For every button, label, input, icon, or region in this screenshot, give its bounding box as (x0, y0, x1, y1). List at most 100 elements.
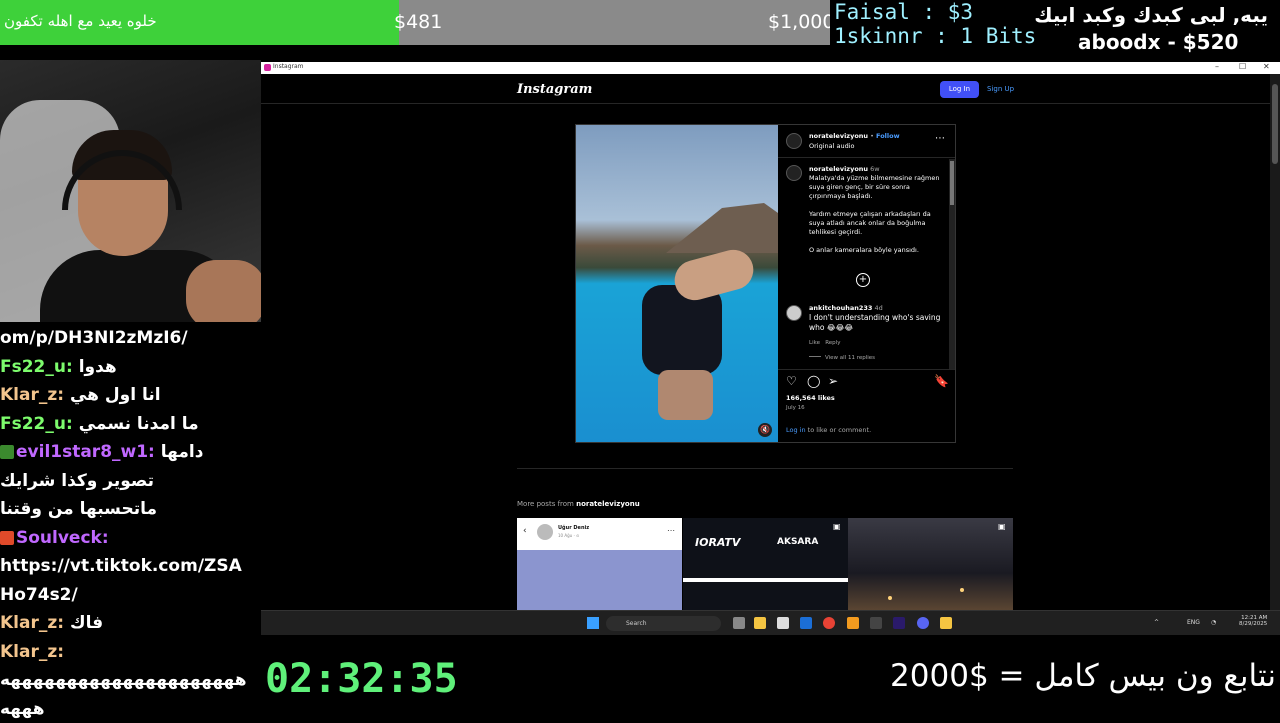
chat-username: Klar_z: (0, 642, 64, 662)
chat-username: evil1star8_w1: (16, 442, 155, 462)
caption-scrollbar-thumb[interactable] (950, 161, 954, 205)
thumb-place: AKSARA (777, 537, 818, 547)
caption-username[interactable]: noratelevizyonu (809, 165, 868, 173)
chrome-icon[interactable] (823, 617, 835, 629)
chat-line: هههههههههههههههههههههه (0, 666, 260, 695)
street-light (960, 588, 964, 592)
store-icon[interactable] (777, 617, 789, 629)
caption-paragraph-2: Yardım etmeye çalışan arkadaşları da suy… (809, 210, 945, 237)
premiere-icon[interactable] (893, 617, 905, 629)
alert-donor: aboodx - $520 (1078, 30, 1238, 54)
window-titlebar: Instagram – ☐ ✕ (261, 62, 1280, 74)
tray-clock[interactable]: 12:21 AM 8/29/2025 (1239, 615, 1267, 627)
wifi-icon[interactable]: ◔ (1211, 619, 1216, 626)
video-swimmer (642, 285, 722, 375)
post-video[interactable]: 🔇 (576, 125, 778, 442)
chat-line: Soulveck: (0, 524, 260, 553)
browser-window: Instagram – ☐ ✕ Instagram Log In Sign Up… (261, 62, 1280, 635)
likes-count[interactable]: 166,564 likes (786, 394, 835, 403)
chat-text: هدوا (73, 357, 117, 377)
caption-paragraph-1: Malatya'da yüzme bilmemesine rağmen suya… (809, 174, 945, 201)
more-post-thumbnail[interactable]: ‹ Uğur Deniz 10 Ağu · ⊙ ⋯ (517, 518, 682, 610)
comment-icon[interactable]: ◯ (807, 374, 820, 388)
instagram-favicon-icon (264, 64, 271, 71)
login-prompt-link[interactable]: Log in (786, 426, 806, 434)
outlook-icon[interactable] (800, 617, 812, 629)
streamer-arm (186, 260, 261, 322)
share-icon[interactable]: ➢ (828, 374, 838, 388)
webcam-feed (0, 60, 261, 322)
chat-overlay: om/p/DH3NI2zMzI6/ Fs22_u: هدوا Klar_z: ا… (0, 324, 260, 720)
page-scrollbar-thumb[interactable] (1272, 84, 1278, 164)
comment-reply-link[interactable]: Reply (825, 340, 840, 346)
donation-goal-target: $1,000 (768, 11, 834, 33)
chat-line: evil1star8_w1: دامها (0, 438, 260, 467)
thumb-author-name: Uğur Deniz (558, 525, 589, 531)
more-post-thumbnail[interactable]: ▣ (848, 518, 1013, 610)
follow-button[interactable]: Follow (876, 132, 900, 140)
comment-like-link[interactable]: Like (809, 340, 820, 346)
tray-chevron-icon[interactable]: ^ (1154, 619, 1159, 626)
donation-goal-title: خلوه يعيد مع اهله تكفون (4, 12, 157, 30)
chat-text: om/p/DH3NI2zMzI6/ (0, 328, 188, 348)
discord-icon[interactable] (917, 617, 929, 629)
app-icon[interactable] (940, 617, 952, 629)
windows-start-icon[interactable] (587, 617, 599, 629)
app-icon[interactable] (870, 617, 882, 629)
chat-text: هههههههههههههههههههههه (0, 670, 247, 690)
chat-line: om/p/DH3NI2zMzI6/ (0, 324, 260, 353)
more-posts-heading: More posts from noratelevizyonu (517, 500, 640, 508)
chat-line: Fs22_u: هدوا (0, 353, 260, 382)
reel-icon: ▣ (998, 522, 1006, 531)
back-arrow-icon: ‹ (523, 526, 527, 536)
thumb-more-icon: ⋯ (667, 526, 675, 535)
chat-text: Ho74s2/ (0, 585, 78, 605)
video-mountain (666, 203, 778, 253)
bookmark-icon[interactable]: 🔖 (934, 374, 949, 388)
mute-icon[interactable]: 🔇 (758, 423, 772, 437)
taskbar-search[interactable]: Search (606, 616, 721, 631)
view-replies-link[interactable]: View all 11 replies (825, 355, 875, 361)
file-explorer-icon[interactable] (754, 617, 766, 629)
subscriber-badge-icon (0, 445, 14, 459)
bottom-goal-text: نتابع ون بيس كامل = $2000 (890, 658, 1276, 694)
login-prompt: Log in to like or comment. (786, 426, 871, 435)
instagram-header: Instagram Log In Sign Up (261, 74, 1270, 104)
chat-text: ماتحسبها من وقتنا (0, 499, 157, 519)
more-options-icon[interactable]: ⋯ (935, 133, 945, 144)
app-icon[interactable] (847, 617, 859, 629)
login-button[interactable]: Log In (940, 81, 979, 98)
author-avatar[interactable] (786, 133, 802, 149)
close-button[interactable]: ✕ (1263, 62, 1270, 71)
chat-text: https://vt.tiktok.com/ZSA (0, 556, 242, 576)
street-light (888, 596, 892, 600)
tray-lang[interactable]: ENG (1187, 619, 1200, 626)
task-view-icon[interactable] (733, 617, 745, 629)
chat-line: Ho74s2/ (0, 581, 260, 610)
more-post-thumbnail[interactable]: IORATV AKSARA ▣ (683, 518, 848, 610)
chat-username: Klar_z: (0, 613, 64, 633)
commenter-avatar[interactable] (786, 305, 802, 321)
heart-icon[interactable]: ♡ (786, 374, 797, 388)
load-more-comments-icon[interactable]: + (856, 273, 870, 287)
instagram-post: 🔇 noratelevizyonu • Follow Original audi… (575, 124, 956, 443)
chat-text: ما امدنا نسمي (73, 414, 199, 434)
alert-message: يبه, لبى كبدك وكبد ابيك (1034, 3, 1268, 27)
caption-avatar[interactable] (786, 165, 802, 181)
donation-goal-bar: خلوه يعيد مع اهله تكفون $481 $1,000 (0, 0, 830, 45)
comment-username[interactable]: ankitchouhan233 (809, 304, 872, 312)
author-username[interactable]: noratelevizyonu (809, 132, 868, 140)
audio-label[interactable]: Original audio (809, 142, 855, 151)
windows-taskbar: Search ^ ENG ◔ 12:21 AM 8/29/2025 (261, 610, 1280, 635)
chat-text: دامها (155, 442, 204, 462)
minimize-button[interactable]: – (1215, 62, 1219, 71)
chat-line: هههه (0, 695, 260, 723)
instagram-logo[interactable]: Instagram (517, 82, 592, 97)
maximize-button[interactable]: ☐ (1239, 62, 1246, 71)
more-posts-username[interactable]: noratelevizyonu (576, 500, 640, 508)
thumb-avatar (537, 524, 553, 540)
chat-line: تصوير وكذا شرايك (0, 467, 260, 496)
signup-link[interactable]: Sign Up (987, 81, 1014, 98)
chat-username: Fs22_u: (0, 357, 73, 377)
thumb-image (517, 550, 682, 610)
